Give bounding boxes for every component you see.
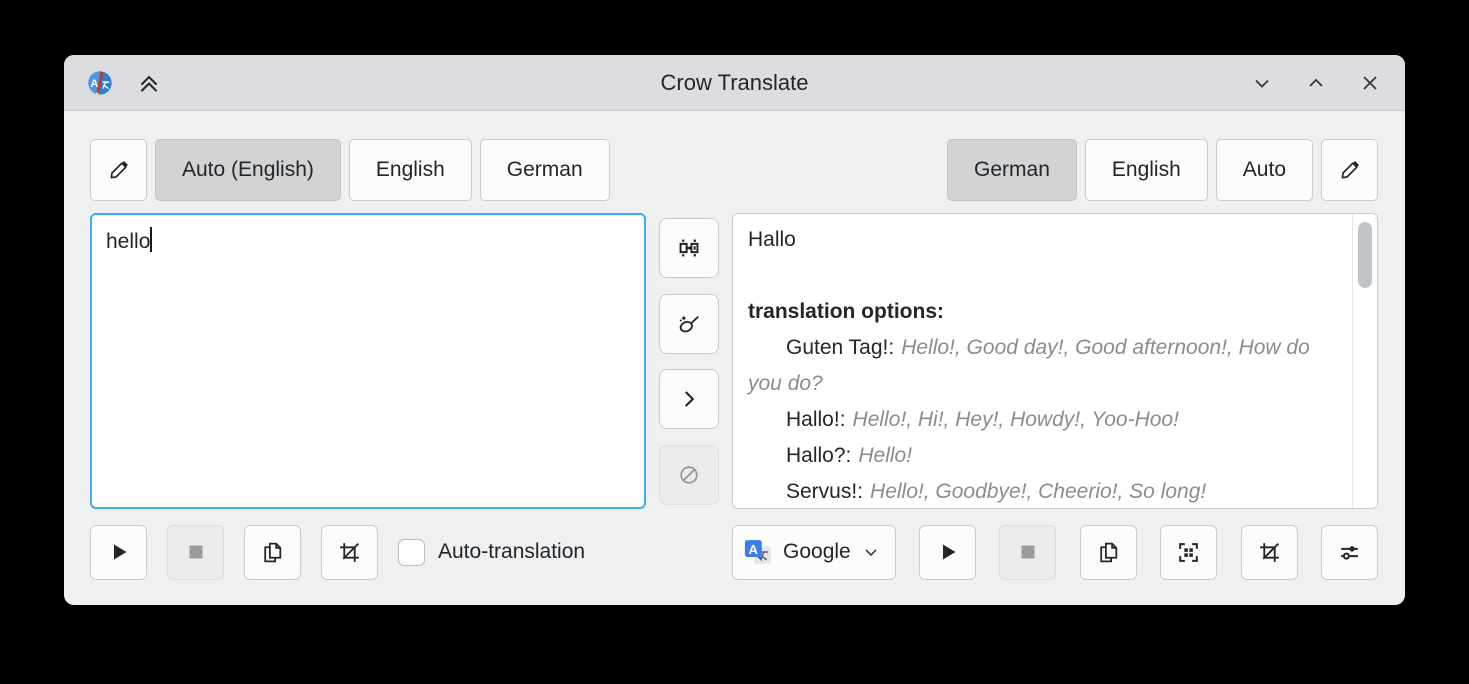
svg-text:A: A bbox=[90, 78, 98, 90]
target-language-auto[interactable]: Auto bbox=[1216, 139, 1313, 201]
crow-translate-window: Crow Translate A bbox=[64, 55, 1405, 605]
target-language-german[interactable]: German bbox=[947, 139, 1077, 201]
close-icon[interactable] bbox=[1357, 70, 1383, 96]
open-in-window-button[interactable] bbox=[1160, 525, 1217, 580]
stop-source-button bbox=[167, 525, 224, 580]
translation-option: Hallo!:Hello!, Hi!, Hey!, Howdy!, Yoo-Ho… bbox=[748, 402, 1331, 438]
minimize-icon[interactable] bbox=[1249, 70, 1275, 96]
settings-button[interactable] bbox=[1321, 525, 1378, 580]
source-language-english[interactable]: English bbox=[349, 139, 472, 201]
target-toolbar: A Google bbox=[732, 524, 1378, 580]
source-language-german[interactable]: German bbox=[480, 139, 610, 201]
middle-button-column bbox=[646, 213, 732, 509]
translation-option: Hallo?:Hello! bbox=[748, 438, 1331, 474]
translation-option: Guten Tag!:Hello!, Good day!, Good after… bbox=[748, 330, 1331, 402]
edit-target-languages-button[interactable] bbox=[1321, 139, 1378, 201]
engine-selector[interactable]: A Google bbox=[732, 525, 896, 580]
scrollbar-thumb[interactable] bbox=[1358, 222, 1372, 288]
source-text: hello bbox=[106, 230, 150, 253]
stop-translation-button bbox=[999, 525, 1056, 580]
copy-source-button[interactable] bbox=[244, 525, 301, 580]
translation-output[interactable]: Hallo translation options: Guten Tag!:He… bbox=[732, 213, 1378, 509]
scrollbar-track[interactable] bbox=[1352, 214, 1377, 508]
edit-source-languages-button[interactable] bbox=[90, 139, 147, 201]
play-translation-button[interactable] bbox=[919, 525, 976, 580]
ocr-source-button[interactable] bbox=[321, 525, 378, 580]
google-translate-icon: A bbox=[743, 537, 773, 567]
translation-primary: Hallo bbox=[748, 222, 1331, 258]
ocr-translation-button[interactable] bbox=[1241, 525, 1298, 580]
cancel-button bbox=[659, 445, 719, 505]
engine-label: Google bbox=[783, 540, 851, 564]
source-language-auto-english[interactable]: Auto (English) bbox=[155, 139, 341, 201]
text-cursor bbox=[150, 227, 152, 252]
auto-translation-checkbox[interactable] bbox=[398, 539, 425, 566]
app-logo-icon: A bbox=[86, 69, 114, 97]
source-toolbar: Auto-translation bbox=[90, 524, 646, 580]
auto-translation-label: Auto-translation bbox=[438, 540, 585, 564]
auto-translation-toggle[interactable]: Auto-translation bbox=[398, 539, 585, 566]
copy-translation-button[interactable] bbox=[1080, 525, 1137, 580]
chevron-down-icon bbox=[861, 542, 881, 562]
target-language-english[interactable]: English bbox=[1085, 139, 1208, 201]
source-text-input[interactable]: hello bbox=[90, 213, 646, 509]
titlebar[interactable]: Crow Translate A bbox=[64, 55, 1405, 111]
svg-text:A: A bbox=[749, 542, 759, 557]
copy-source-to-translation-button[interactable] bbox=[659, 369, 719, 429]
swap-languages-button[interactable] bbox=[659, 218, 719, 278]
play-source-button[interactable] bbox=[90, 525, 147, 580]
language-bar: Auto (English) English German German Eng… bbox=[90, 139, 1378, 201]
clear-text-button[interactable] bbox=[659, 294, 719, 354]
translation-options-heading: translation options: bbox=[748, 294, 1331, 330]
maximize-icon[interactable] bbox=[1303, 70, 1329, 96]
window-title: Crow Translate bbox=[64, 70, 1405, 96]
translation-option: Servus!:Hello!, Goodbye!, Cheerio!, So l… bbox=[748, 474, 1331, 509]
keep-above-icon[interactable] bbox=[136, 70, 162, 96]
